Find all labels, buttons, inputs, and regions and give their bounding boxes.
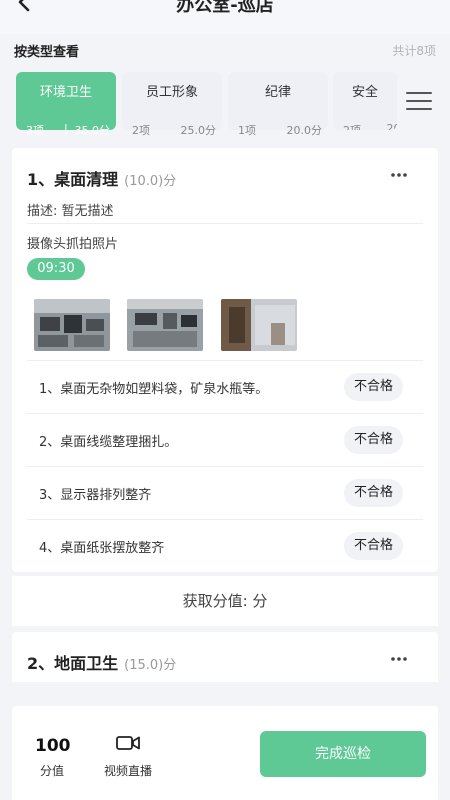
tab-staff-image[interactable]: 员工形象 2项 25.0分	[122, 72, 222, 137]
photo-strip	[34, 299, 334, 351]
check-status-button[interactable]: 不合格	[343, 426, 403, 454]
tab-score: 35.0分	[74, 124, 111, 137]
more-icon[interactable]	[390, 172, 408, 178]
total-score-label: 分值	[39, 764, 64, 778]
tab-score: 25.0分	[180, 124, 217, 137]
tab-count: 2项	[343, 122, 361, 130]
check-text: 4、桌面纸张摆放整齐	[39, 541, 165, 556]
filter-label: 按类型查看	[14, 45, 80, 60]
check-row: 2、桌面线缆整理捆扎。 不合格	[27, 413, 423, 465]
item-score-bar: 获取分值: 分	[12, 576, 438, 626]
tab-count: 3项	[26, 124, 44, 137]
page-title: 办公室-巡店	[176, 0, 274, 16]
tab-count: 2项	[132, 124, 150, 137]
camera-photo[interactable]	[127, 299, 203, 351]
tab-discipline[interactable]: 纪律 1项 20.0分	[228, 72, 328, 137]
category-tabs: 环境卫生 3项 | 35.0分 员工形象 2项 25.0分 纪律 1项 20.0…	[0, 72, 450, 137]
item-title: 1、桌面清理 (10.0)分	[27, 166, 176, 190]
header: 办公室-巡店	[0, 0, 450, 34]
tab-safety[interactable]: 安全 2项 20.0	[333, 72, 397, 130]
finish-inspection-button[interactable]: 完成巡检	[260, 731, 426, 777]
check-text: 2、桌面线缆整理捆扎。	[39, 435, 178, 450]
tab-score: 20.0	[386, 122, 398, 130]
more-icon[interactable]	[390, 656, 408, 662]
tab-environment[interactable]: 环境卫生 3项 | 35.0分	[16, 72, 116, 137]
tab-name: 环境卫生	[39, 85, 92, 100]
check-row: 4、桌面纸张摆放整齐 不合格	[27, 519, 423, 571]
check-status-button[interactable]: 不合格	[343, 373, 403, 401]
item-description: 描述: 暂无描述	[27, 204, 114, 219]
camera-photo[interactable]	[34, 299, 110, 351]
check-text: 3、显示器排列整齐	[39, 488, 152, 503]
check-row: 1、桌面无杂物如塑料袋，矿泉水瓶等。 不合格	[27, 360, 423, 412]
capture-time-badge[interactable]: 09:30	[27, 258, 85, 280]
tab-name: 员工形象	[145, 85, 198, 100]
filter-row: 按类型查看 共计8项	[0, 36, 450, 64]
divider	[27, 223, 423, 224]
total-count: 共计8项	[392, 44, 436, 58]
item-title-text: 1、桌面清理	[27, 170, 119, 189]
check-text: 1、桌面无杂物如塑料袋，矿泉水瓶等。	[39, 382, 269, 397]
camera-photo[interactable]	[221, 299, 297, 351]
inspection-list[interactable]: 1、桌面清理 (10.0)分 描述: 暂无描述 摄像头抓拍照片 09:30 1、…	[12, 148, 438, 682]
tab-separator: |	[64, 122, 68, 135]
tab-score: 20.0分	[286, 124, 323, 137]
check-status-button[interactable]: 不合格	[343, 479, 403, 507]
item-title-text: 2、地面卫生	[27, 654, 119, 673]
video-live-button[interactable]: 视频直播	[102, 762, 154, 779]
inspection-item-card: 1、桌面清理 (10.0)分 描述: 暂无描述 摄像头抓拍照片 09:30 1、…	[12, 148, 438, 572]
inspection-item-card: 2、地面卫生 (15.0)分	[12, 632, 438, 682]
check-row: 3、显示器排列整齐 不合格	[27, 466, 423, 518]
tab-name: 纪律	[264, 85, 291, 100]
check-status-button[interactable]: 不合格	[343, 532, 403, 560]
item-points: (15.0)分	[124, 658, 177, 673]
item-title: 2、地面卫生 (15.0)分	[27, 650, 176, 674]
tab-name: 安全	[351, 85, 378, 100]
photo-label: 摄像头抓拍照片	[27, 237, 119, 252]
tab-count: 1项	[238, 124, 256, 137]
menu-icon[interactable]	[406, 92, 432, 112]
total-score-value: 100	[35, 736, 71, 756]
video-camera-icon[interactable]	[116, 734, 140, 752]
bottom-action-bar: 100 分值 视频直播 完成巡检	[12, 706, 438, 800]
item-points: (10.0)分	[124, 174, 177, 189]
